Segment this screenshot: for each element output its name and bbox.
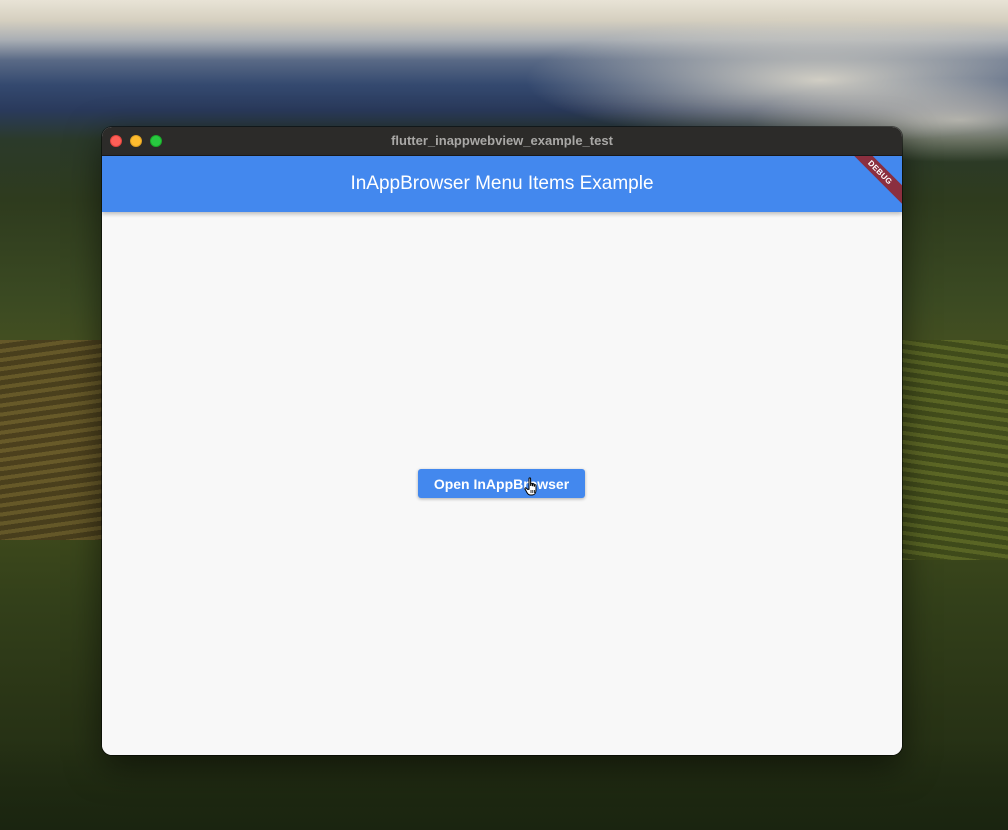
open-inappbrowser-button[interactable]: Open InAppBrowser [418,469,585,498]
window-title: flutter_inappwebview_example_test [391,133,613,148]
page-title: InAppBrowser Menu Items Example [350,173,654,194]
desktop-wallpaper: flutter_inappwebview_example_test InAppB… [0,0,1008,830]
app-window: flutter_inappwebview_example_test InAppB… [102,127,902,755]
hand-pointer-icon [524,477,540,497]
main-content: Open InAppBrowser [102,212,902,755]
app-bar: InAppBrowser Menu Items Example DEBUG [102,156,902,212]
wallpaper-vineyard-right [888,340,1008,560]
window-titlebar[interactable]: flutter_inappwebview_example_test [102,127,902,156]
